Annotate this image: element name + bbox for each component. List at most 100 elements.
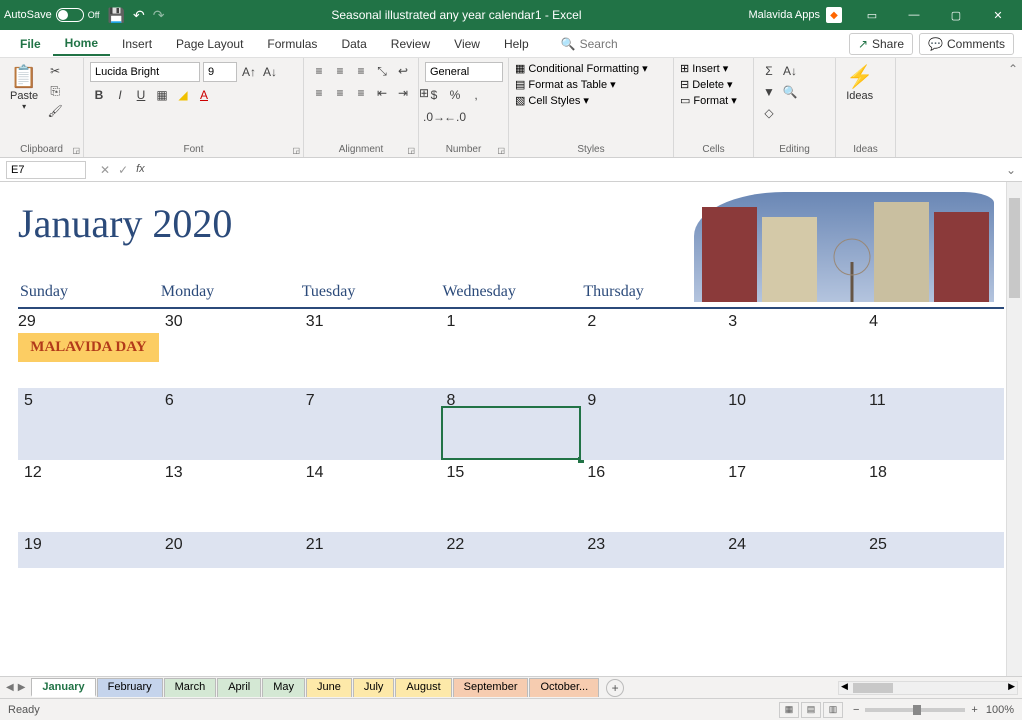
calendar-cell[interactable]: 21: [300, 532, 441, 568]
calendar-cell[interactable]: 23: [581, 532, 722, 568]
italic-button[interactable]: I: [111, 86, 129, 104]
tab-nav-prev-icon[interactable]: ◀: [6, 682, 14, 693]
calendar-cell[interactable]: 24: [722, 532, 863, 568]
sheet-tab-july[interactable]: July: [353, 678, 395, 697]
calendar-cell[interactable]: 18: [863, 460, 1004, 532]
tab-file[interactable]: File: [8, 33, 53, 55]
cell-styles-button[interactable]: ▧Cell Styles▾: [515, 94, 589, 107]
calendar-cell[interactable]: 9: [581, 388, 722, 460]
increase-decimal-icon[interactable]: .0→: [425, 108, 443, 126]
calendar-cell[interactable]: 13: [159, 460, 300, 532]
tab-formulas[interactable]: Formulas: [255, 33, 329, 55]
increase-font-icon[interactable]: A↑: [240, 63, 258, 81]
insert-cells-button[interactable]: ⊞Insert▾: [680, 62, 728, 75]
horizontal-scrollbar[interactable]: ◀ ▶: [838, 681, 1018, 695]
tab-nav-next-icon[interactable]: ▶: [18, 682, 26, 693]
share-button[interactable]: ↗ Share: [849, 33, 913, 55]
undo-icon[interactable]: ↶: [133, 7, 145, 24]
calendar-cell[interactable]: 31: [300, 308, 441, 388]
increase-indent-icon[interactable]: ⇥: [394, 84, 412, 102]
fx-icon[interactable]: fx: [136, 163, 145, 177]
calendar-cell[interactable]: 17: [722, 460, 863, 532]
find-select-icon[interactable]: 🔍: [781, 83, 799, 101]
paste-button[interactable]: 📋 Paste ▾: [6, 62, 42, 113]
zoom-slider[interactable]: [865, 708, 965, 712]
fill-color-icon[interactable]: ◢: [174, 86, 192, 104]
add-sheet-button[interactable]: +: [606, 679, 624, 697]
calendar-cell[interactable]: 25: [863, 532, 1004, 568]
zoom-level[interactable]: 100%: [986, 704, 1014, 716]
number-format-combo[interactable]: General: [425, 62, 503, 82]
calendar-cell[interactable]: 14: [300, 460, 441, 532]
orientation-icon[interactable]: ⤡: [373, 62, 391, 80]
sheet-tab-april[interactable]: April: [217, 678, 261, 697]
align-right-icon[interactable]: ≡: [352, 84, 370, 102]
align-middle-icon[interactable]: ≡: [331, 62, 349, 80]
calendar-cell[interactable]: 20: [159, 532, 300, 568]
sheet-tab-may[interactable]: May: [262, 678, 305, 697]
underline-button[interactable]: U: [132, 86, 150, 104]
delete-cells-button[interactable]: ⊟Delete▾: [680, 78, 733, 91]
font-size-combo[interactable]: 9: [203, 62, 237, 82]
calendar-cell[interactable]: 3: [722, 308, 863, 388]
fill-icon[interactable]: ▼: [760, 83, 778, 101]
comma-icon[interactable]: ,: [467, 86, 485, 104]
wrap-text-icon[interactable]: ↩: [394, 62, 412, 80]
comments-button[interactable]: 💬 Comments: [919, 33, 1014, 55]
currency-icon[interactable]: $: [425, 86, 443, 104]
clipboard-launcher-icon[interactable]: ◲: [72, 146, 80, 155]
minimize-icon[interactable]: —: [894, 1, 934, 29]
tab-home[interactable]: Home: [53, 32, 110, 56]
conditional-formatting-button[interactable]: ▦Conditional Formatting▾: [515, 62, 648, 75]
search-input[interactable]: 🔍 Search: [561, 37, 618, 51]
calendar-cell[interactable]: 2: [581, 308, 722, 388]
percent-icon[interactable]: %: [446, 86, 464, 104]
page-break-view-icon[interactable]: ▥: [823, 702, 843, 718]
copy-icon[interactable]: ⎘: [46, 82, 64, 100]
close-icon[interactable]: ✕: [978, 1, 1018, 29]
align-center-icon[interactable]: ≡: [331, 84, 349, 102]
tab-view[interactable]: View: [442, 33, 492, 55]
tab-insert[interactable]: Insert: [110, 33, 164, 55]
calendar-cell[interactable]: 11: [863, 388, 1004, 460]
worksheet-area[interactable]: January 2020 SundayMondayTuesdayWednesda…: [0, 182, 1022, 676]
ribbon-options-icon[interactable]: ▭: [852, 1, 892, 29]
calendar-cell[interactable]: 22: [441, 532, 582, 568]
decrease-decimal-icon[interactable]: ←.0: [446, 108, 464, 126]
enter-formula-icon[interactable]: ✓: [118, 163, 128, 177]
decrease-indent-icon[interactable]: ⇤: [373, 84, 391, 102]
maximize-icon[interactable]: ▢: [936, 1, 976, 29]
zoom-out-icon[interactable]: −: [853, 704, 859, 716]
sheet-tab-january[interactable]: January: [31, 678, 95, 697]
format-painter-icon[interactable]: 🖌: [46, 102, 64, 120]
calendar-cell[interactable]: 15: [441, 460, 582, 532]
calendar-cell[interactable]: 12: [18, 460, 159, 532]
calendar-cell[interactable]: 29MALAVIDA DAY: [18, 308, 159, 388]
save-icon[interactable]: 💾: [108, 7, 125, 24]
tab-review[interactable]: Review: [379, 33, 442, 55]
normal-view-icon[interactable]: ▦: [779, 702, 799, 718]
sheet-tab-august[interactable]: August: [395, 678, 451, 697]
sheet-tab-september[interactable]: September: [453, 678, 529, 697]
redo-icon[interactable]: ↷: [153, 7, 165, 24]
addin-button[interactable]: Malavida Apps ◆: [748, 7, 842, 23]
name-box[interactable]: [6, 161, 86, 179]
calendar-cell[interactable]: 1: [441, 308, 582, 388]
autosum-icon[interactable]: Σ: [760, 62, 778, 80]
calendar-cell[interactable]: 30: [159, 308, 300, 388]
calendar-cell[interactable]: 10: [722, 388, 863, 460]
tab-page-layout[interactable]: Page Layout: [164, 33, 255, 55]
sort-filter-icon[interactable]: A↓: [781, 62, 799, 80]
scroll-left-icon[interactable]: ◀: [841, 681, 848, 692]
calendar-cell[interactable]: 7: [300, 388, 441, 460]
formula-input[interactable]: [153, 160, 1000, 179]
calendar-cell[interactable]: 4: [863, 308, 1004, 388]
calendar-cell[interactable]: 19: [18, 532, 159, 568]
collapse-ribbon-icon[interactable]: ⌃: [1008, 62, 1018, 76]
cancel-formula-icon[interactable]: ✕: [100, 163, 110, 177]
scroll-right-icon[interactable]: ▶: [1008, 681, 1015, 692]
number-launcher-icon[interactable]: ◲: [497, 146, 505, 155]
borders-icon[interactable]: ▦: [153, 86, 171, 104]
calendar-cell[interactable]: 8: [441, 388, 582, 460]
align-bottom-icon[interactable]: ≡: [352, 62, 370, 80]
